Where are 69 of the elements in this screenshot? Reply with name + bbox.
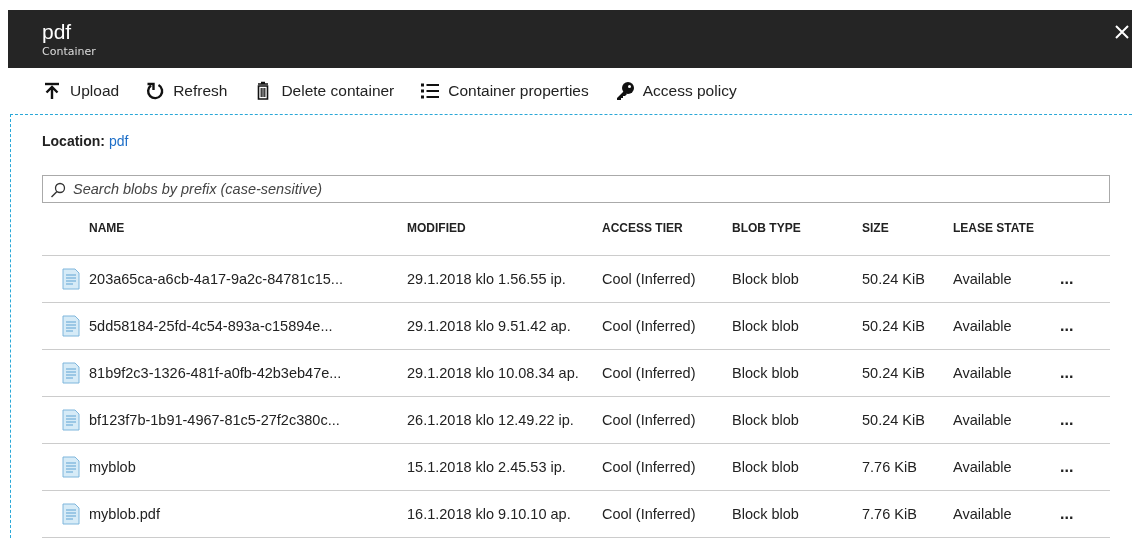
more-button[interactable]: ... — [1060, 317, 1074, 335]
blade-title: pdf — [42, 20, 73, 44]
location-link[interactable]: pdf — [109, 133, 129, 155]
more-button[interactable]: ... — [1060, 411, 1074, 429]
table-cell: 16.1.2018 klo 9.10.10 ap. — [407, 506, 571, 522]
location-label: Location: — [42, 133, 105, 151]
table-cell: Block blob — [732, 412, 799, 428]
search-field[interactable]: Search blobs by prefix (case-sensitive) — [42, 175, 1110, 203]
policy-button[interactable]: Access policy — [614, 81, 737, 101]
column-header: NAME — [89, 220, 125, 235]
file-name[interactable]: myblob — [89, 459, 136, 475]
more-button[interactable]: ... — [1060, 364, 1074, 382]
more-button[interactable]: ... — [1060, 270, 1074, 288]
file-name[interactable]: 203a65ca-a6cb-4a17-9a2c-84781c15... — [89, 271, 343, 287]
more-button[interactable]: ... — [1060, 505, 1074, 523]
upload-icon — [42, 81, 62, 101]
table-cell: Available — [953, 412, 1012, 428]
table-cell: Available — [953, 318, 1012, 334]
blade-subtitle: Container — [42, 44, 96, 60]
file-icon — [62, 315, 80, 337]
table-cell: 29.1.2018 klo 1.56.55 ip. — [407, 271, 566, 287]
column-header: SIZE — [862, 220, 889, 235]
file-name[interactable]: myblob.pdf — [89, 506, 160, 522]
table-cell: 50.24 KiB — [862, 365, 925, 381]
table-cell: 7.76 KiB — [862, 459, 917, 475]
table-cell: Block blob — [732, 271, 799, 287]
close-icon[interactable] — [1114, 24, 1130, 40]
table-cell: Available — [953, 506, 1012, 522]
key-icon — [614, 81, 635, 101]
table-cell: 7.76 KiB — [862, 506, 917, 522]
table-cell: Block blob — [732, 459, 799, 475]
table-cell: Available — [953, 365, 1012, 381]
table-cell: Cool (Inferred) — [602, 459, 696, 475]
table-cell: Cool (Inferred) — [602, 412, 696, 428]
table-cell: Cool (Inferred) — [602, 318, 696, 334]
file-icon — [62, 503, 80, 525]
properties-button[interactable]: Container properties — [420, 81, 589, 101]
table-cell: 29.1.2018 klo 10.08.34 ap. — [407, 365, 579, 381]
column-header: BLOB TYPE — [732, 220, 801, 235]
more-button[interactable]: ... — [1060, 458, 1074, 476]
file-icon — [62, 268, 80, 290]
table-cell: Cool (Inferred) — [602, 271, 696, 287]
list-icon — [420, 81, 441, 101]
table-cell: Block blob — [732, 318, 799, 334]
table-cell: 50.24 KiB — [862, 318, 925, 334]
delete-button[interactable]: Delete container — [253, 81, 395, 101]
table-cell: Available — [953, 271, 1012, 287]
table-cell: Cool (Inferred) — [602, 506, 696, 522]
refresh-icon — [145, 81, 166, 101]
refresh-button[interactable]: Refresh — [145, 81, 228, 101]
file-name[interactable]: bf123f7b-1b91-4967-81c5-27f2c380c... — [89, 412, 340, 428]
file-icon — [62, 362, 80, 384]
table-cell: Available — [953, 459, 1012, 475]
column-header: LEASE STATE — [953, 220, 1034, 235]
table-cell: Block blob — [732, 365, 799, 381]
table-cell: 26.1.2018 klo 12.49.22 ip. — [407, 412, 574, 428]
file-name[interactable]: 5dd58184-25fd-4c54-893a-c15894e... — [89, 318, 333, 334]
file-name[interactable]: 81b9f2c3-1326-481f-a0fb-42b3eb47e... — [89, 365, 342, 381]
table-cell: Block blob — [732, 506, 799, 522]
column-header: ACCESS TIER — [602, 220, 683, 235]
table-cell: 29.1.2018 klo 9.51.42 ap. — [407, 318, 571, 334]
table-cell: 15.1.2018 klo 2.45.53 ip. — [407, 459, 566, 475]
column-header: MODIFIED — [407, 220, 466, 235]
table-cell: Cool (Inferred) — [602, 365, 696, 381]
file-icon — [62, 456, 80, 478]
upload-button[interactable]: Upload — [42, 81, 120, 101]
file-icon — [62, 409, 80, 431]
table-cell: 50.24 KiB — [862, 412, 925, 428]
table-cell: 50.24 KiB — [862, 271, 925, 287]
